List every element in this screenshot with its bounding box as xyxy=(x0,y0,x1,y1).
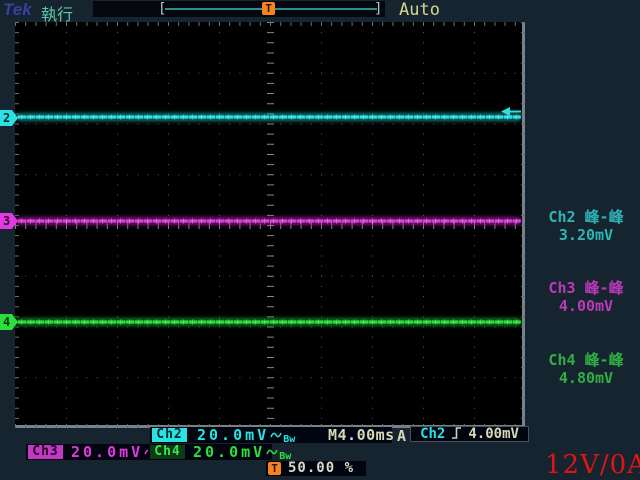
readout-trigger: Ch2 4.00mV xyxy=(410,426,529,442)
ch4-scale-value: 20.0mV xyxy=(193,443,265,461)
trigger-mode-label: Auto xyxy=(399,0,440,20)
measurement-value: 4.80mV xyxy=(533,369,639,387)
trace-ch3 xyxy=(17,218,521,224)
readout-trigger-position: T 50.00 % xyxy=(266,461,366,476)
trigger-t-icon: T xyxy=(268,462,281,475)
trigger-source: Ch2 xyxy=(420,426,445,442)
readout-ch4: Ch4 20.0mVBw xyxy=(148,444,272,460)
ac-coupling-icon xyxy=(266,444,279,462)
trigger-level-value: 4.00mV xyxy=(468,426,519,442)
measurement-label: Ch2 峰-峰 xyxy=(533,208,639,226)
ch2-scale-value: 20.0mV xyxy=(197,426,269,444)
ch3-badge: Ch3 xyxy=(28,445,63,459)
measurement-label: Ch3 峰-峰 xyxy=(533,279,639,297)
rising-edge-icon xyxy=(451,425,462,444)
record-bracket-left: [ xyxy=(158,1,166,17)
timebase-label: M xyxy=(328,426,338,444)
trace-ch2 xyxy=(17,114,521,120)
measurement-value: 4.00mV xyxy=(533,297,639,315)
graticule xyxy=(15,22,525,428)
measurement-ch3-pkpk: Ch3 峰-峰 4.00mV xyxy=(533,279,639,315)
ch2-badge: Ch2 xyxy=(152,428,187,442)
ch3-scale-value: 20.0mV xyxy=(71,443,143,461)
oscilloscope-screen: { "colors": { "ch2": "#2be2e2", "ch3": "… xyxy=(0,0,640,480)
trigger-group-label: A xyxy=(397,427,406,445)
acquisition-record-bar: [ ] T xyxy=(93,1,385,17)
psu-status-overlay: 12V/0A xyxy=(545,450,640,480)
ac-coupling-icon xyxy=(270,427,283,445)
readout-ch2-timebase: Ch2 20.0mVBw M4.00ms xyxy=(150,427,392,443)
trigger-level-arrow-icon xyxy=(501,101,521,110)
timebase-value: 4.00ms xyxy=(338,426,395,444)
measurement-label: Ch4 峰-峰 xyxy=(533,351,639,369)
trigger-t-icon: T xyxy=(262,2,275,15)
timebase-readout: M4.00ms xyxy=(328,427,395,443)
trace-ch4 xyxy=(17,319,521,325)
ch4-badge: Ch4 xyxy=(150,445,185,459)
measurement-value: 3.20mV xyxy=(533,226,639,244)
readout-ch3: Ch3 20.0mVBw xyxy=(26,444,150,460)
measurement-ch4-pkpk: Ch4 峰-峰 4.80mV xyxy=(533,351,639,387)
record-bracket-right: ] xyxy=(374,1,382,17)
trigger-position-value: 50.00 % xyxy=(288,461,354,476)
measurement-ch2-pkpk: Ch2 峰-峰 3.20mV xyxy=(533,208,639,244)
grid-lines xyxy=(15,22,525,428)
tek-logo: Tek xyxy=(3,0,32,20)
